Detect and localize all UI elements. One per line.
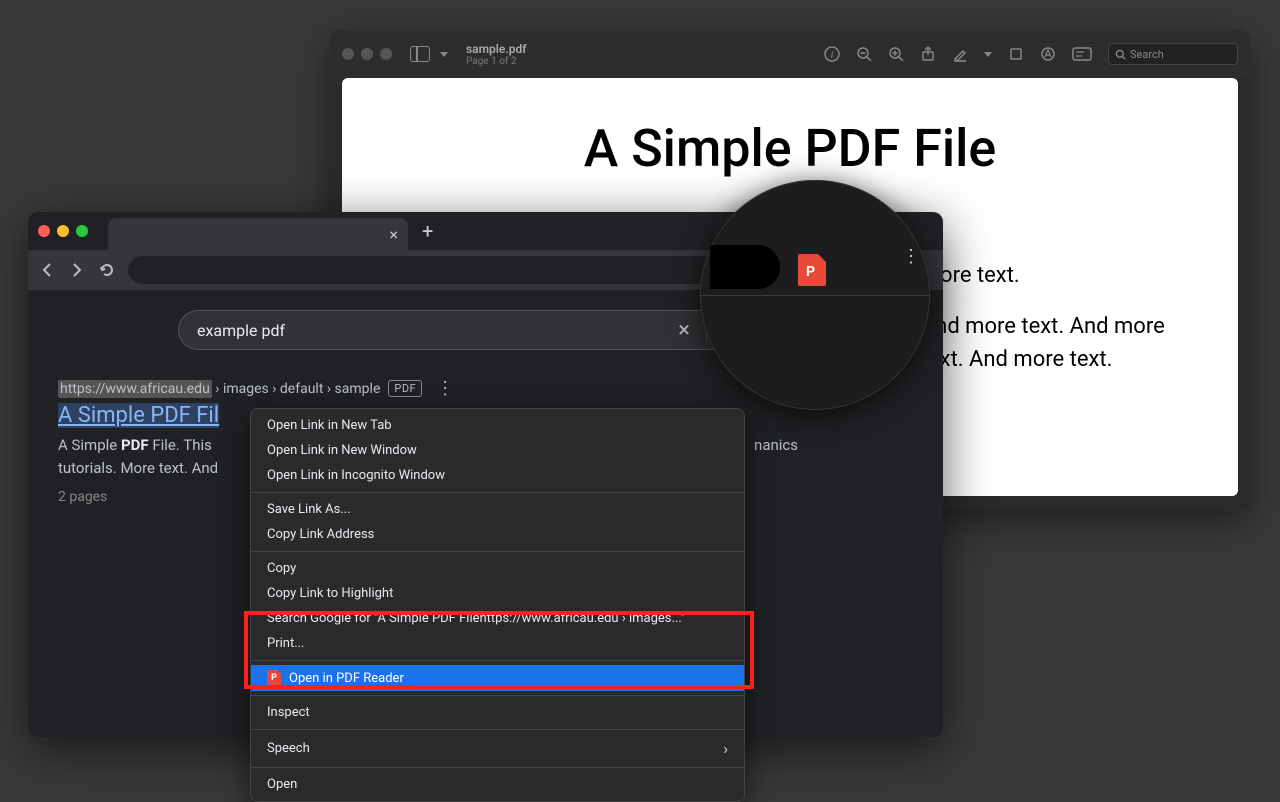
share-icon[interactable] <box>920 46 936 62</box>
pdf-document-title: A Simple PDF File <box>382 118 1198 179</box>
pdf-filename: sample.pdf <box>466 42 527 56</box>
chrome-menu-icon: ⋮ <box>902 246 920 267</box>
google-search-field[interactable]: example pdf × <box>178 310 758 350</box>
minimize-dot[interactable] <box>361 48 373 60</box>
pdf-search-field[interactable]: Search <box>1108 43 1238 65</box>
zoom-out-icon[interactable] <box>856 46 872 62</box>
ctx-open-new-tab[interactable]: Open Link in New Tab <box>251 413 744 438</box>
pdf-search-placeholder: Search <box>1130 48 1164 61</box>
pdf-reader-icon: P <box>267 670 281 686</box>
magnifier-lens: ⋮ <box>700 180 930 410</box>
rotate-icon[interactable] <box>1008 46 1024 62</box>
ctx-print[interactable]: Print... <box>251 631 744 656</box>
close-dot[interactable] <box>38 225 50 237</box>
ctx-open-in-pdf-reader[interactable]: P Open in PDF Reader <box>251 665 744 691</box>
chevron-down-icon <box>904 200 918 219</box>
ctx-copy-link-address[interactable]: Copy Link Address <box>251 522 744 547</box>
ctx-open-new-window[interactable]: Open Link in New Window <box>251 438 744 463</box>
traffic-lights[interactable] <box>342 48 392 60</box>
pdf-badge: PDF <box>388 380 422 397</box>
highlight-icon[interactable] <box>952 46 968 62</box>
ctx-open[interactable]: Open <box>251 772 744 797</box>
context-menu: Open Link in New Tab Open Link in New Wi… <box>250 408 745 802</box>
new-tab-button[interactable]: + <box>416 219 439 243</box>
chevron-down-icon[interactable] <box>984 52 992 57</box>
ctx-inspect[interactable]: Inspect <box>251 700 744 725</box>
maximize-dot[interactable] <box>76 225 88 237</box>
traffic-lights[interactable] <box>38 225 88 237</box>
pdf-page-info: Page 1 of 2 <box>466 56 527 67</box>
pdf-title-block: sample.pdf Page 1 of 2 <box>466 42 527 67</box>
sidebar-toggle-icon[interactable] <box>410 46 430 62</box>
chevron-down-icon[interactable] <box>440 52 448 57</box>
result-title-link[interactable]: A Simple PDF Fil <box>58 403 219 428</box>
back-icon[interactable] <box>38 261 56 279</box>
forward-icon[interactable] <box>68 261 86 279</box>
pdf-titlebar: sample.pdf Page 1 of 2 i Search <box>330 30 1250 78</box>
magnified-address-bar <box>710 245 780 289</box>
ctx-search-google[interactable]: Search Google for "A Simple PDF Filehttp… <box>251 606 744 631</box>
maximize-dot[interactable] <box>380 48 392 60</box>
minimize-dot[interactable] <box>57 225 69 237</box>
form-icon[interactable] <box>1072 47 1092 61</box>
reload-icon[interactable] <box>98 261 116 279</box>
close-dot[interactable] <box>342 48 354 60</box>
result-more-icon[interactable]: ⋮ <box>436 378 454 399</box>
markup-icon[interactable] <box>1040 46 1056 62</box>
active-tab[interactable]: × <box>108 218 408 250</box>
ctx-copy[interactable]: Copy <box>251 556 744 581</box>
ctx-copy-link-highlight[interactable]: Copy Link to Highlight <box>251 581 744 606</box>
ctx-speech[interactable]: Speech <box>251 734 744 763</box>
zoom-in-icon[interactable] <box>888 46 904 62</box>
ctx-save-link-as[interactable]: Save Link As... <box>251 497 744 522</box>
svg-text:i: i <box>831 50 834 61</box>
tab-close-icon[interactable]: × <box>389 225 398 244</box>
ctx-open-incognito[interactable]: Open Link in Incognito Window <box>251 463 744 488</box>
clear-search-icon[interactable]: × <box>678 318 690 343</box>
info-icon[interactable]: i <box>824 46 840 62</box>
pdf-reader-extension-icon[interactable] <box>798 254 826 286</box>
search-query-text: example pdf <box>197 321 678 340</box>
